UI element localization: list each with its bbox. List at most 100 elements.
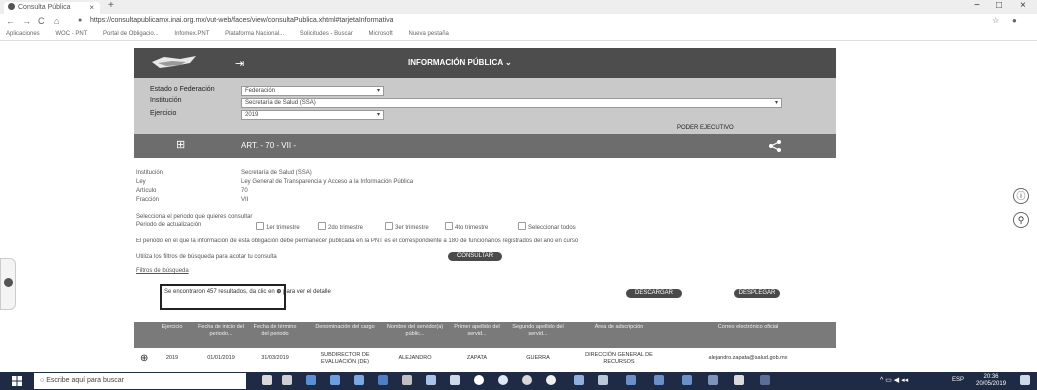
language-indicator[interactable]: ESP xyxy=(952,377,964,383)
institucion-select[interactable]: Secretaría de Salud (SSA) ▾ xyxy=(241,98,782,108)
star-icon[interactable]: ☆ xyxy=(992,14,999,28)
windows-start-icon[interactable] xyxy=(12,376,22,386)
info-icon[interactable]: ⓘ xyxy=(1013,188,1029,204)
tray-icons[interactable]: ^ ▭ ◀ ◂◂ xyxy=(880,376,908,384)
descargar-button[interactable]: DESCARGAR xyxy=(626,289,682,298)
profile-icon[interactable]: ● xyxy=(1012,14,1017,28)
col-header[interactable]: Correo electrónico oficial xyxy=(668,324,828,331)
filtros-link[interactable]: Filtros de búsqueda xyxy=(136,268,189,274)
close-window-button[interactable]: × xyxy=(1020,0,1026,11)
row-expand-icon[interactable]: ⊕ xyxy=(140,353,148,364)
minimize-button[interactable]: − xyxy=(974,0,980,11)
app-icon[interactable] xyxy=(450,375,460,385)
bookmark-item[interactable]: Infomex.PNT xyxy=(174,31,209,37)
table-cell: 01/01/2019 xyxy=(207,355,235,361)
browser-tab[interactable]: Consulta Pública × xyxy=(4,2,100,14)
col-header[interactable]: Fecha de término del periodo xyxy=(250,324,300,338)
col-header[interactable]: Primer apellido del servid... xyxy=(448,324,506,338)
col-header[interactable]: Ejercicio xyxy=(152,324,192,331)
app-icon[interactable] xyxy=(760,375,770,385)
checkbox-icon xyxy=(445,222,453,230)
chrome-icon[interactable] xyxy=(402,375,412,385)
search-icon: ○ xyxy=(40,377,45,384)
table-cell: 31/03/2019 xyxy=(261,355,289,361)
detail-label: Ley xyxy=(136,179,146,185)
app-icon[interactable] xyxy=(378,375,388,385)
taskbar-clock[interactable]: 20:36 20/05/2019 xyxy=(976,374,1006,388)
app-icon[interactable] xyxy=(354,375,364,385)
col-header[interactable]: Segundo apellido del servid... xyxy=(510,324,566,338)
app-icon[interactable] xyxy=(426,375,436,385)
bookmark-item[interactable]: Microsoft xyxy=(369,31,393,37)
chevron-down-icon: ▾ xyxy=(774,100,778,106)
app-icon[interactable] xyxy=(522,375,532,385)
app-icon[interactable] xyxy=(306,375,316,385)
app-icon[interactable] xyxy=(330,375,340,385)
info-publica-menu[interactable]: INFORMACIÓN PÚBLICA ⌄ xyxy=(408,57,512,69)
cortana-icon[interactable] xyxy=(262,375,272,385)
url-field[interactable]: https://consultapublicamx.inai.org.mx/vu… xyxy=(90,14,393,28)
app-icon[interactable] xyxy=(708,375,718,385)
tab-close-icon[interactable]: × xyxy=(89,2,94,14)
home-icon[interactable]: ⌂ xyxy=(54,14,59,28)
app-icon[interactable] xyxy=(598,375,608,385)
notifications-icon[interactable] xyxy=(1020,375,1030,385)
ejercicio-label: Ejercicio xyxy=(150,110,177,117)
desplegar-button[interactable]: DESPLEGAR xyxy=(734,289,780,298)
bookmark-item[interactable]: Portal de Obligacio... xyxy=(103,31,159,37)
detail-label: Fracción xyxy=(136,197,160,203)
table-cell: ALEJANDRO xyxy=(398,355,432,361)
edge-icon[interactable] xyxy=(474,375,484,385)
bookmark-item[interactable]: Plataforma Nacional... xyxy=(225,31,284,37)
institucion-label: Institución xyxy=(150,97,182,104)
bookmark-item[interactable]: Nueva pestaña xyxy=(409,31,449,37)
filtros-help: Utiliza los filtros de búsqueda para aco… xyxy=(136,254,277,260)
new-tab-button[interactable]: + xyxy=(108,0,114,11)
app-icon[interactable] xyxy=(734,375,744,385)
col-header[interactable]: Denominación del cargo xyxy=(308,324,382,331)
bookmark-item[interactable]: Solicitudes - Buscar xyxy=(300,31,353,37)
maximize-button[interactable]: □ xyxy=(996,0,1002,11)
check-trim3[interactable]: 3er trimestre xyxy=(385,222,429,231)
detail-label: Artículo xyxy=(136,188,157,194)
results-text: Se encontraron 457 resultados, da clic e… xyxy=(164,289,275,295)
col-header[interactable]: Nombre del servidor(a) públic... xyxy=(386,324,444,338)
check-trim4[interactable]: 4to trimestre xyxy=(445,222,488,231)
app-icon[interactable] xyxy=(626,375,636,385)
share-icon[interactable] xyxy=(768,139,782,153)
bookmark-item[interactable]: Aplicaciones xyxy=(6,31,40,37)
checkbox-icon xyxy=(256,222,264,230)
estado-label: Estado o Federación xyxy=(150,86,215,93)
checkbox-icon xyxy=(385,222,393,230)
forward-icon[interactable]: → xyxy=(22,14,31,28)
app-icon[interactable] xyxy=(546,375,556,385)
accessibility-widget[interactable] xyxy=(0,258,16,310)
ie-icon[interactable] xyxy=(498,375,508,385)
col-header[interactable]: Fecha de inicio del periodo... xyxy=(196,324,246,338)
check-trim1[interactable]: 1er trimestre xyxy=(256,222,300,231)
checkbox-icon xyxy=(318,222,326,230)
bookmark-item[interactable]: WOC - PNT xyxy=(55,31,87,37)
check-all[interactable]: Seleccionar todos xyxy=(518,222,576,231)
col-header[interactable]: Área de adscripción xyxy=(574,324,664,331)
home-nav-icon[interactable]: ⇥ xyxy=(235,56,257,72)
ejercicio-select[interactable]: 2019 ▾ xyxy=(241,110,384,120)
back-icon[interactable]: ← xyxy=(6,14,15,28)
app-icon[interactable] xyxy=(654,375,664,385)
task-view-icon[interactable] xyxy=(282,375,292,385)
table-cell: GUERRA xyxy=(526,355,550,361)
app-icon[interactable] xyxy=(574,375,584,385)
consultar-button[interactable]: CONSULTAR xyxy=(448,252,502,261)
article-title[interactable]: ART. - 70 - VII - xyxy=(241,141,296,150)
detail-value: Secretaría de Salud (SSA) xyxy=(241,170,312,176)
low-vision-icon[interactable]: ⚲ xyxy=(1013,212,1029,228)
chevron-down-icon: ⌄ xyxy=(505,58,512,67)
favicon-icon xyxy=(8,3,15,10)
reload-icon[interactable]: C xyxy=(38,14,45,28)
estado-select[interactable]: Federación ▾ xyxy=(241,86,384,96)
check-trim2[interactable]: 2do trimestre xyxy=(318,222,363,231)
detail-value: 70 xyxy=(241,188,248,194)
chevron-down-icon: ▾ xyxy=(376,112,380,118)
taskbar-search[interactable]: ○ Escribe aquí para buscar xyxy=(34,373,246,389)
app-icon[interactable] xyxy=(682,375,692,385)
